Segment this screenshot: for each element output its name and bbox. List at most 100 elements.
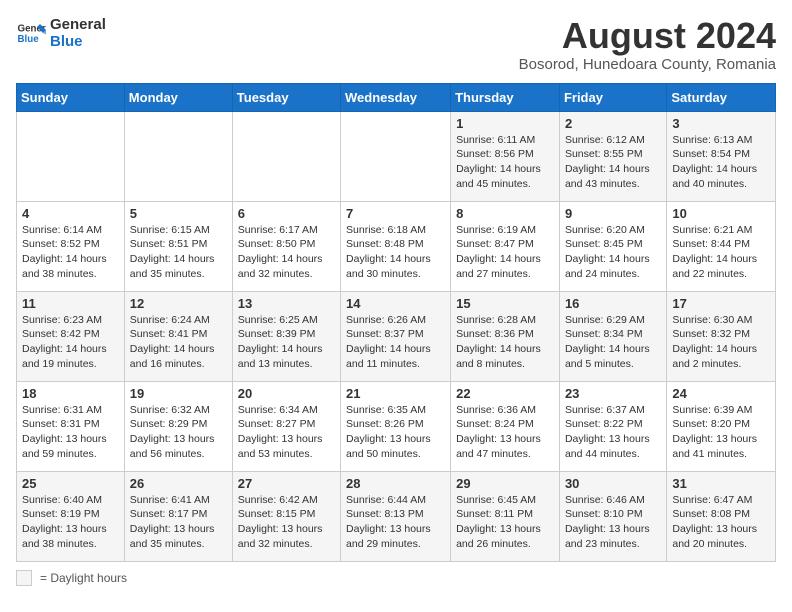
day-number: 5	[130, 206, 227, 221]
day-info: Sunrise: 6:37 AM Sunset: 8:22 PM Dayligh…	[565, 403, 661, 462]
day-info: Sunrise: 6:24 AM Sunset: 8:41 PM Dayligh…	[130, 313, 227, 372]
day-info: Sunrise: 6:31 AM Sunset: 8:31 PM Dayligh…	[22, 403, 119, 462]
calendar-cell: 19Sunrise: 6:32 AM Sunset: 8:29 PM Dayli…	[124, 381, 232, 471]
day-number: 20	[238, 386, 335, 401]
calendar-cell: 4 Sunrise: 6:14 AM Sunset: 8:52 PM Daylig…	[17, 201, 125, 291]
logo-blue: Blue	[50, 33, 106, 50]
day-number: 4	[22, 206, 119, 221]
day-info: Sunrise: 6:35 AM Sunset: 8:26 PM Dayligh…	[346, 403, 445, 462]
col-header-monday: Monday	[124, 83, 232, 111]
calendar-cell	[341, 111, 451, 201]
day-number: 26	[130, 476, 227, 491]
day-number: 23	[565, 386, 661, 401]
day-number: 15	[456, 296, 554, 311]
day-info: Sunrise: 6:41 AM Sunset: 8:17 PM Dayligh…	[130, 493, 227, 552]
day-info: Sunrise: 6:15 AM Sunset: 8:51 PM Dayligh…	[130, 223, 227, 282]
day-info: Sunrise: 6:29 AM Sunset: 8:34 PM Dayligh…	[565, 313, 661, 372]
calendar-cell: 30Sunrise: 6:46 AM Sunset: 8:10 PM Dayli…	[559, 471, 666, 561]
calendar-cell: 29 Sunrise: 6:45 AM Sunset: 8:11 PM Dayli…	[451, 471, 560, 561]
day-number: 22	[456, 386, 554, 401]
calendar-cell: 6Sunrise: 6:17 AM Sunset: 8:50 PM Daylig…	[232, 201, 340, 291]
day-number: 17	[672, 296, 770, 311]
day-number: 31	[672, 476, 770, 491]
calendar-cell: 2 Sunrise: 6:12 AM Sunset: 8:55 PM Daylig…	[559, 111, 666, 201]
calendar-cell: 15 Sunrise: 6:28 AM Sunset: 8:36 PM Dayli…	[451, 291, 560, 381]
logo-icon: General Blue	[16, 18, 46, 48]
calendar-cell: 17 Sunrise: 6:30 AM Sunset: 8:32 PM Dayli…	[667, 291, 776, 381]
legend-box	[16, 570, 32, 586]
calendar-cell: 22 Sunrise: 6:36 AM Sunset: 8:24 PM Dayli…	[451, 381, 560, 471]
calendar-cell: 14 Sunrise: 6:26 AM Sunset: 8:37 PM Dayli…	[341, 291, 451, 381]
day-number: 3	[672, 116, 770, 131]
calendar-cell: 27Sunrise: 6:42 AM Sunset: 8:15 PM Dayli…	[232, 471, 340, 561]
day-info: Sunrise: 6:19 AM Sunset: 8:47 PM Dayligh…	[456, 223, 554, 282]
col-header-thursday: Thursday	[451, 83, 560, 111]
col-header-sunday: Sunday	[17, 83, 125, 111]
day-number: 11	[22, 296, 119, 311]
day-number: 27	[238, 476, 335, 491]
calendar-cell: 31 Sunrise: 6:47 AM Sunset: 8:08 PM Dayli…	[667, 471, 776, 561]
day-number: 1	[456, 116, 554, 131]
calendar-week-3: 11Sunrise: 6:23 AM Sunset: 8:42 PM Dayli…	[17, 291, 776, 381]
day-info: Sunrise: 6:28 AM Sunset: 8:36 PM Dayligh…	[456, 313, 554, 372]
day-info: Sunrise: 6:20 AM Sunset: 8:45 PM Dayligh…	[565, 223, 661, 282]
calendar-cell: 8Sunrise: 6:19 AM Sunset: 8:47 PM Daylig…	[451, 201, 560, 291]
calendar-cell	[232, 111, 340, 201]
calendar-cell: 25 Sunrise: 6:40 AM Sunset: 8:19 PM Dayli…	[17, 471, 125, 561]
calendar-cell: 16Sunrise: 6:29 AM Sunset: 8:34 PM Dayli…	[559, 291, 666, 381]
day-number: 7	[346, 206, 445, 221]
calendar-week-2: 4 Sunrise: 6:14 AM Sunset: 8:52 PM Daylig…	[17, 201, 776, 291]
calendar-cell: 3 Sunrise: 6:13 AM Sunset: 8:54 PM Daylig…	[667, 111, 776, 201]
day-number: 2	[565, 116, 661, 131]
day-info: Sunrise: 6:26 AM Sunset: 8:37 PM Dayligh…	[346, 313, 445, 372]
day-number: 28	[346, 476, 445, 491]
calendar-cell: 26 Sunrise: 6:41 AM Sunset: 8:17 PM Dayli…	[124, 471, 232, 561]
logo-general: General	[50, 16, 106, 33]
calendar-cell: 7 Sunrise: 6:18 AM Sunset: 8:48 PM Daylig…	[341, 201, 451, 291]
day-number: 14	[346, 296, 445, 311]
day-info: Sunrise: 6:36 AM Sunset: 8:24 PM Dayligh…	[456, 403, 554, 462]
day-info: Sunrise: 6:45 AM Sunset: 8:11 PM Dayligh…	[456, 493, 554, 552]
calendar-cell: 12 Sunrise: 6:24 AM Sunset: 8:41 PM Dayli…	[124, 291, 232, 381]
calendar-cell: 13Sunrise: 6:25 AM Sunset: 8:39 PM Dayli…	[232, 291, 340, 381]
calendar-cell: 23 Sunrise: 6:37 AM Sunset: 8:22 PM Dayli…	[559, 381, 666, 471]
day-info: Sunrise: 6:18 AM Sunset: 8:48 PM Dayligh…	[346, 223, 445, 282]
page-header: General Blue General Blue August 2024 Bo…	[16, 16, 776, 73]
col-header-saturday: Saturday	[667, 83, 776, 111]
day-info: Sunrise: 6:13 AM Sunset: 8:54 PM Dayligh…	[672, 133, 770, 192]
calendar-cell: 24 Sunrise: 6:39 AM Sunset: 8:20 PM Dayli…	[667, 381, 776, 471]
day-number: 24	[672, 386, 770, 401]
calendar-cell: 20 Sunrise: 6:34 AM Sunset: 8:27 PM Dayli…	[232, 381, 340, 471]
calendar-cell	[17, 111, 125, 201]
day-number: 29	[456, 476, 554, 491]
day-info: Sunrise: 6:47 AM Sunset: 8:08 PM Dayligh…	[672, 493, 770, 552]
svg-text:Blue: Blue	[18, 34, 40, 45]
day-number: 25	[22, 476, 119, 491]
day-info: Sunrise: 6:39 AM Sunset: 8:20 PM Dayligh…	[672, 403, 770, 462]
day-info: Sunrise: 6:14 AM Sunset: 8:52 PM Dayligh…	[22, 223, 119, 282]
calendar-week-4: 18 Sunrise: 6:31 AM Sunset: 8:31 PM Dayli…	[17, 381, 776, 471]
calendar-cell: 10Sunrise: 6:21 AM Sunset: 8:44 PM Dayli…	[667, 201, 776, 291]
legend-label: = Daylight hours	[40, 571, 127, 585]
day-number: 12	[130, 296, 227, 311]
calendar-cell: 28 Sunrise: 6:44 AM Sunset: 8:13 PM Dayli…	[341, 471, 451, 561]
day-info: Sunrise: 6:40 AM Sunset: 8:19 PM Dayligh…	[22, 493, 119, 552]
title-block: August 2024 Bosorod, Hunedoara County, R…	[519, 16, 776, 73]
day-info: Sunrise: 6:12 AM Sunset: 8:55 PM Dayligh…	[565, 133, 661, 192]
day-number: 6	[238, 206, 335, 221]
calendar-week-5: 25 Sunrise: 6:40 AM Sunset: 8:19 PM Dayli…	[17, 471, 776, 561]
col-header-tuesday: Tuesday	[232, 83, 340, 111]
calendar-cell: 9Sunrise: 6:20 AM Sunset: 8:45 PM Daylig…	[559, 201, 666, 291]
day-info: Sunrise: 6:34 AM Sunset: 8:27 PM Dayligh…	[238, 403, 335, 462]
logo: General Blue General Blue	[16, 16, 106, 50]
day-info: Sunrise: 6:44 AM Sunset: 8:13 PM Dayligh…	[346, 493, 445, 552]
day-info: Sunrise: 6:11 AM Sunset: 8:56 PM Dayligh…	[456, 133, 554, 192]
calendar-table: SundayMondayTuesdayWednesdayThursdayFrid…	[16, 83, 776, 562]
day-number: 18	[22, 386, 119, 401]
day-info: Sunrise: 6:30 AM Sunset: 8:32 PM Dayligh…	[672, 313, 770, 372]
col-header-friday: Friday	[559, 83, 666, 111]
calendar-cell: 11Sunrise: 6:23 AM Sunset: 8:42 PM Dayli…	[17, 291, 125, 381]
legend: = Daylight hours	[16, 570, 776, 586]
calendar-week-1: 1 Sunrise: 6:11 AM Sunset: 8:56 PM Daylig…	[17, 111, 776, 201]
day-number: 10	[672, 206, 770, 221]
